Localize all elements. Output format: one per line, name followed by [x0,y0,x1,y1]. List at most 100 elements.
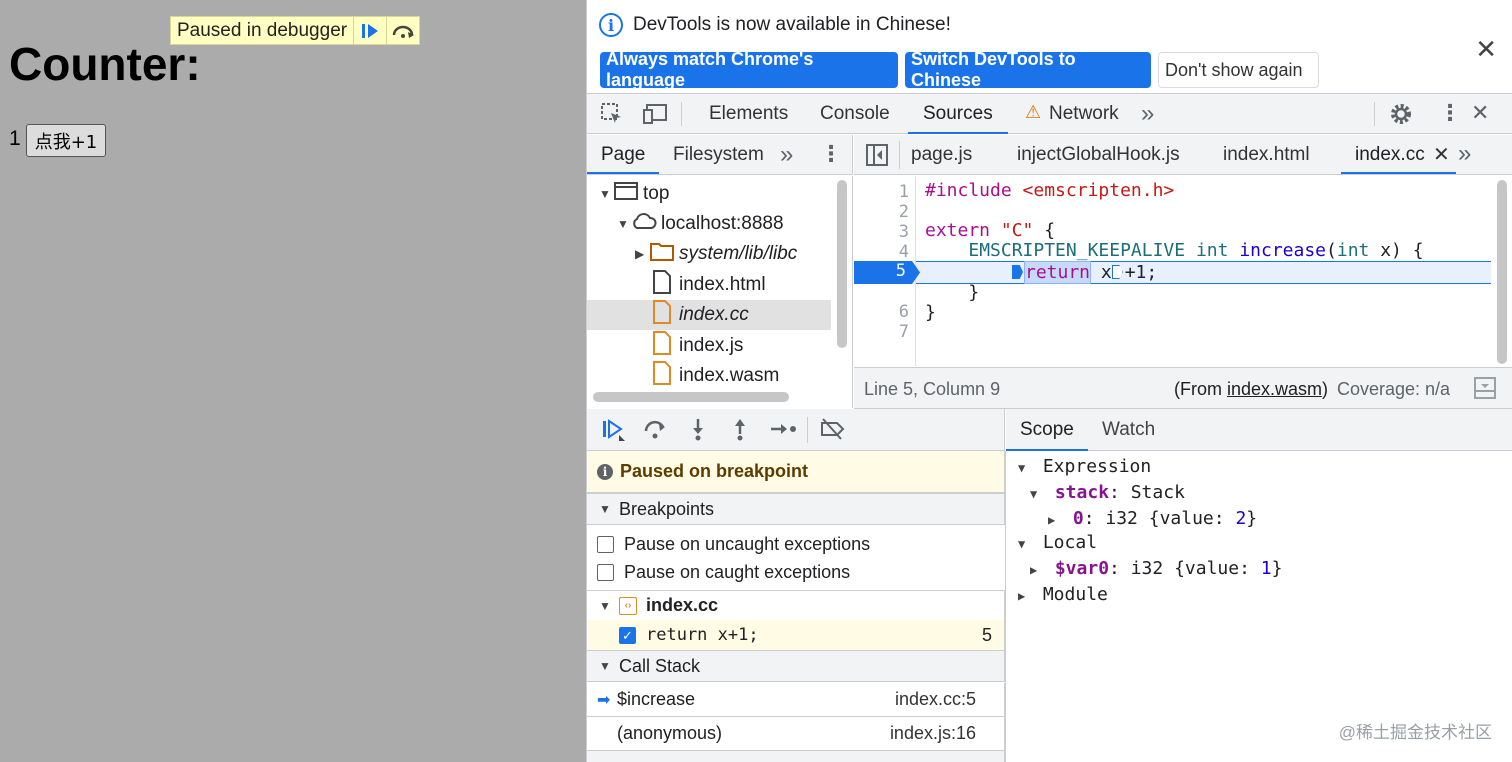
file-icon [649,331,675,361]
expand-arrow-icon[interactable]: ▼ [599,187,613,201]
step-over-icon[interactable] [643,417,667,447]
expand-arrow-icon[interactable]: ▶ [1018,589,1032,603]
pause-uncaught-option[interactable]: Pause on uncaught exceptions [597,534,870,555]
editor-tab-page-js[interactable]: page.js [911,144,972,166]
code-token: "C" [1000,220,1034,241]
inline-breakpoint-icon[interactable] [1111,265,1123,279]
breakpoint-enabled-checkbox[interactable]: ✓ [619,626,636,644]
section-title: Call Stack [619,655,701,676]
expand-arrow-icon[interactable]: ▼ [1030,487,1044,501]
info-icon: i [597,463,613,480]
pause-caught-checkbox[interactable] [597,564,614,581]
editor-tab-index-cc[interactable]: index.cc [1355,144,1425,166]
close-tab-icon[interactable]: ✕ [1433,142,1450,167]
breakpoint-entry[interactable]: ✓ return x+1; 5 [587,620,1005,650]
scope-local[interactable]: ▼ Local [1018,532,1097,553]
tree-vertical-scrollbar[interactable] [837,180,847,348]
device-toolbar-icon[interactable] [642,102,668,132]
step-icon[interactable] [769,417,797,447]
tab-elements[interactable]: Elements [709,103,788,125]
scope-local-var[interactable]: ▶ $var0: i32 {value: 1} [1030,558,1282,579]
breakpoints-section-header[interactable]: ▼ Breakpoints [587,493,1005,525]
tab-sources[interactable]: Sources [923,103,993,125]
line-number: 1 [898,182,909,202]
more-nav-tabs-icon[interactable]: » [780,141,793,169]
resume-icon[interactable] [601,417,625,447]
breakpoint-marker[interactable]: 5 [854,261,920,284]
switch-to-chinese-button[interactable]: Switch DevTools to Chinese [905,49,1151,90]
next-section-header [587,751,1005,762]
expand-arrow-icon[interactable]: ▼ [1018,461,1032,475]
scope-stack[interactable]: ▼ stack: Stack [1030,482,1185,503]
scope-module[interactable]: ▶ Module [1018,584,1108,605]
tree-item-index-js[interactable]: index.js [587,331,831,361]
tab-page[interactable]: Page [601,144,645,166]
expand-arrow-icon[interactable]: ▶ [1048,513,1062,527]
tree-horizontal-scrollbar[interactable] [593,392,789,402]
step-out-icon[interactable] [728,417,752,447]
resume-icon[interactable] [353,17,386,44]
code-token: int [1195,240,1229,261]
expand-arrow-icon[interactable]: ▼ [617,217,631,231]
step-into-icon[interactable] [686,417,710,447]
code-token: int [1336,240,1370,261]
paused-in-debugger-overlay: Paused in debugger [170,16,421,45]
collapse-arrow-icon[interactable]: ▼ [599,502,613,516]
tab-scope[interactable]: Scope [1020,419,1074,441]
tree-item-localhost[interactable]: ▼ localhost:8888 [587,209,831,239]
line-number: 6 [898,302,909,322]
dont-show-again-button[interactable]: Don't show again [1158,52,1319,88]
tree-item-label: index.html [679,274,766,295]
call-frame-row[interactable]: (anonymous) index.js:16 [587,717,1005,751]
expand-arrow-icon[interactable]: ▶ [1030,563,1044,577]
expand-arrow-icon[interactable]: ▼ [1018,537,1032,551]
call-stack-section-header[interactable]: ▼ Call Stack [587,650,1005,682]
scope-watch-tabs: Scope Watch [1006,409,1512,451]
navigator-menu-icon[interactable]: ⋮ [820,141,842,167]
tab-watch[interactable]: Watch [1102,419,1155,441]
more-editor-tabs-icon[interactable]: » [1458,140,1471,168]
tab-network[interactable]: Network [1049,103,1119,125]
close-icon[interactable]: ✕ [1475,34,1497,65]
close-devtools-icon[interactable]: ✕ [1471,100,1489,126]
code-editor[interactable]: 1 2 3 4 6 7 5 #include <emscripten.h> ex… [854,176,1512,366]
toolbar-divider [1374,102,1375,126]
code-token: <emscripten.h> [1022,180,1175,201]
deactivate-breakpoints-icon[interactable] [819,417,847,447]
tree-item-libc-folder[interactable]: ▶ system/lib/libc [587,239,831,269]
editor-tab-injectglobalhook-js[interactable]: injectGlobalHook.js [1017,144,1180,166]
tab-filesystem[interactable]: Filesystem [673,144,764,166]
increment-button[interactable]: 点我+1 [26,124,106,157]
tree-item-index-html[interactable]: index.html [587,270,831,300]
code-token: ( [1326,240,1337,261]
origin-file-link[interactable]: index.wasm [1227,379,1322,399]
settings-gear-icon[interactable] [1389,102,1413,132]
tree-item-index-wasm[interactable]: index.wasm [587,361,831,391]
infobar-message: DevTools is now available in Chinese! [633,14,951,35]
editor-tab-index-html[interactable]: index.html [1223,144,1310,166]
inspect-element-icon[interactable] [600,102,624,132]
toggle-navigator-icon[interactable] [866,144,888,171]
step-over-icon[interactable] [386,17,419,44]
call-frame-row[interactable]: ➡ $increase index.cc:5 [587,683,1005,717]
expand-arrow-icon[interactable]: ▶ [635,247,649,261]
pause-uncaught-checkbox[interactable] [597,536,614,553]
tree-item-top[interactable]: ▼ top [587,179,831,209]
frame-location[interactable]: index.js:16 [890,723,976,744]
always-match-language-button[interactable]: Always match Chrome's language [600,49,898,90]
tab-console[interactable]: Console [820,103,890,125]
editor-scrollbar[interactable] [1497,180,1507,364]
more-tabs-icon[interactable]: » [1141,100,1154,128]
breakpoint-file-group[interactable]: ▼ ‹› index.cc [587,590,1005,620]
scope-expression[interactable]: ▼ Expression [1018,456,1151,477]
collapse-arrow-icon[interactable]: ▼ [599,599,613,613]
pause-caught-option[interactable]: Pause on caught exceptions [597,562,850,583]
scope-stack-item[interactable]: ▶ 0: i32 {value: 2} [1048,508,1257,529]
inline-breakpoint-icon[interactable] [1012,265,1023,279]
code-line-7: } [925,302,936,323]
more-options-icon[interactable]: ⋮ [1439,100,1461,126]
frame-location[interactable]: index.cc:5 [895,689,976,710]
tree-item-index-cc[interactable]: index.cc [587,300,831,330]
collapse-arrow-icon[interactable]: ▼ [599,659,613,673]
toggle-drawer-icon[interactable] [1474,377,1496,404]
